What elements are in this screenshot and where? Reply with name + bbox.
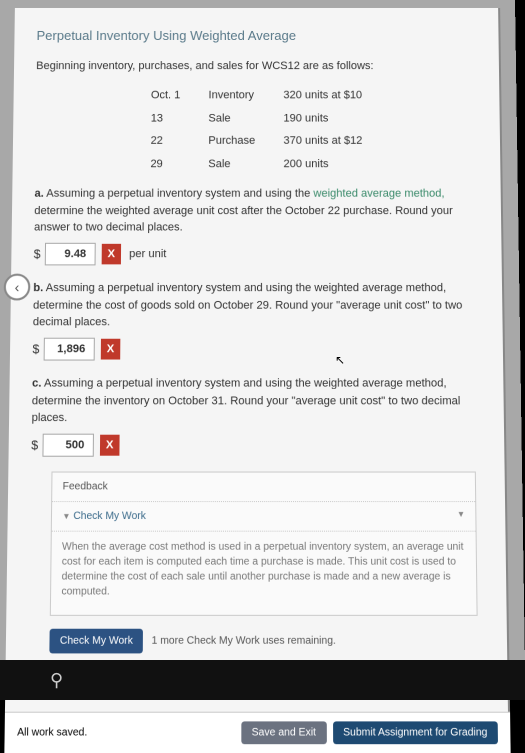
feedback-cmw-toggle[interactable]: ▼ Check My Work ▼: [52, 502, 476, 532]
feedback-head: Feedback: [52, 473, 475, 503]
answer-row-c: $ 500 X: [31, 433, 482, 457]
answer-input-a[interactable]: 9.48: [44, 242, 95, 265]
question-a: a. Assuming a perpetual inventory system…: [34, 186, 479, 237]
cursor-icon: ↖: [335, 353, 345, 367]
submit-button[interactable]: Submit Assignment for Grading: [333, 721, 498, 744]
feedback-body: When the average cost method is used in …: [51, 532, 477, 615]
check-my-work-button[interactable]: Check My Work: [49, 629, 143, 654]
table-row: Oct. 1Inventory320 units at $10: [137, 84, 377, 107]
answer-input-c[interactable]: 500: [42, 433, 94, 457]
save-exit-button[interactable]: Save and Exit: [241, 721, 326, 744]
search-icon[interactable]: ⚲: [50, 670, 63, 691]
answer-row-a: $ 9.48 X per unit: [34, 242, 480, 265]
wrong-icon: X: [100, 434, 120, 456]
save-status: All work saved.: [17, 727, 87, 739]
question-content: Perpetual Inventory Using Weighted Avera…: [5, 8, 510, 712]
feedback-panel: Feedback ▼ Check My Work ▼ When the aver…: [50, 471, 478, 615]
intro-text: Beginning inventory, purchases, and sale…: [36, 58, 477, 75]
bottom-bar: All work saved. Save and Exit Submit Ass…: [4, 712, 510, 753]
answer-row-b: $ 1,896 X: [32, 337, 480, 360]
cmw-remaining: 1 more Check My Work uses remaining.: [152, 633, 336, 649]
wrong-icon: X: [100, 338, 120, 359]
check-my-work-row: Check My Work 1 more Check My Work uses …: [49, 629, 478, 654]
chevron-left-icon: ‹: [15, 279, 20, 295]
question-c: c. Assuming a perpetual inventory system…: [32, 375, 482, 427]
taskbar: ⚲: [0, 660, 525, 700]
table-row: 29Sale200 units: [136, 152, 377, 175]
caret-down-icon: ▼: [457, 508, 465, 524]
inventory-table: Oct. 1Inventory320 units at $10 13Sale19…: [136, 84, 377, 175]
page-title: Perpetual Inventory Using Weighted Avera…: [36, 26, 476, 46]
question-b: b. Assuming a perpetual inventory system…: [33, 280, 480, 331]
table-row: 13Sale190 units: [137, 107, 377, 130]
caret-down-icon: ▼: [62, 512, 70, 522]
table-row: 22Purchase370 units at $12: [136, 130, 376, 153]
answer-input-b[interactable]: 1,896: [43, 337, 94, 360]
wrong-icon: X: [101, 243, 121, 264]
